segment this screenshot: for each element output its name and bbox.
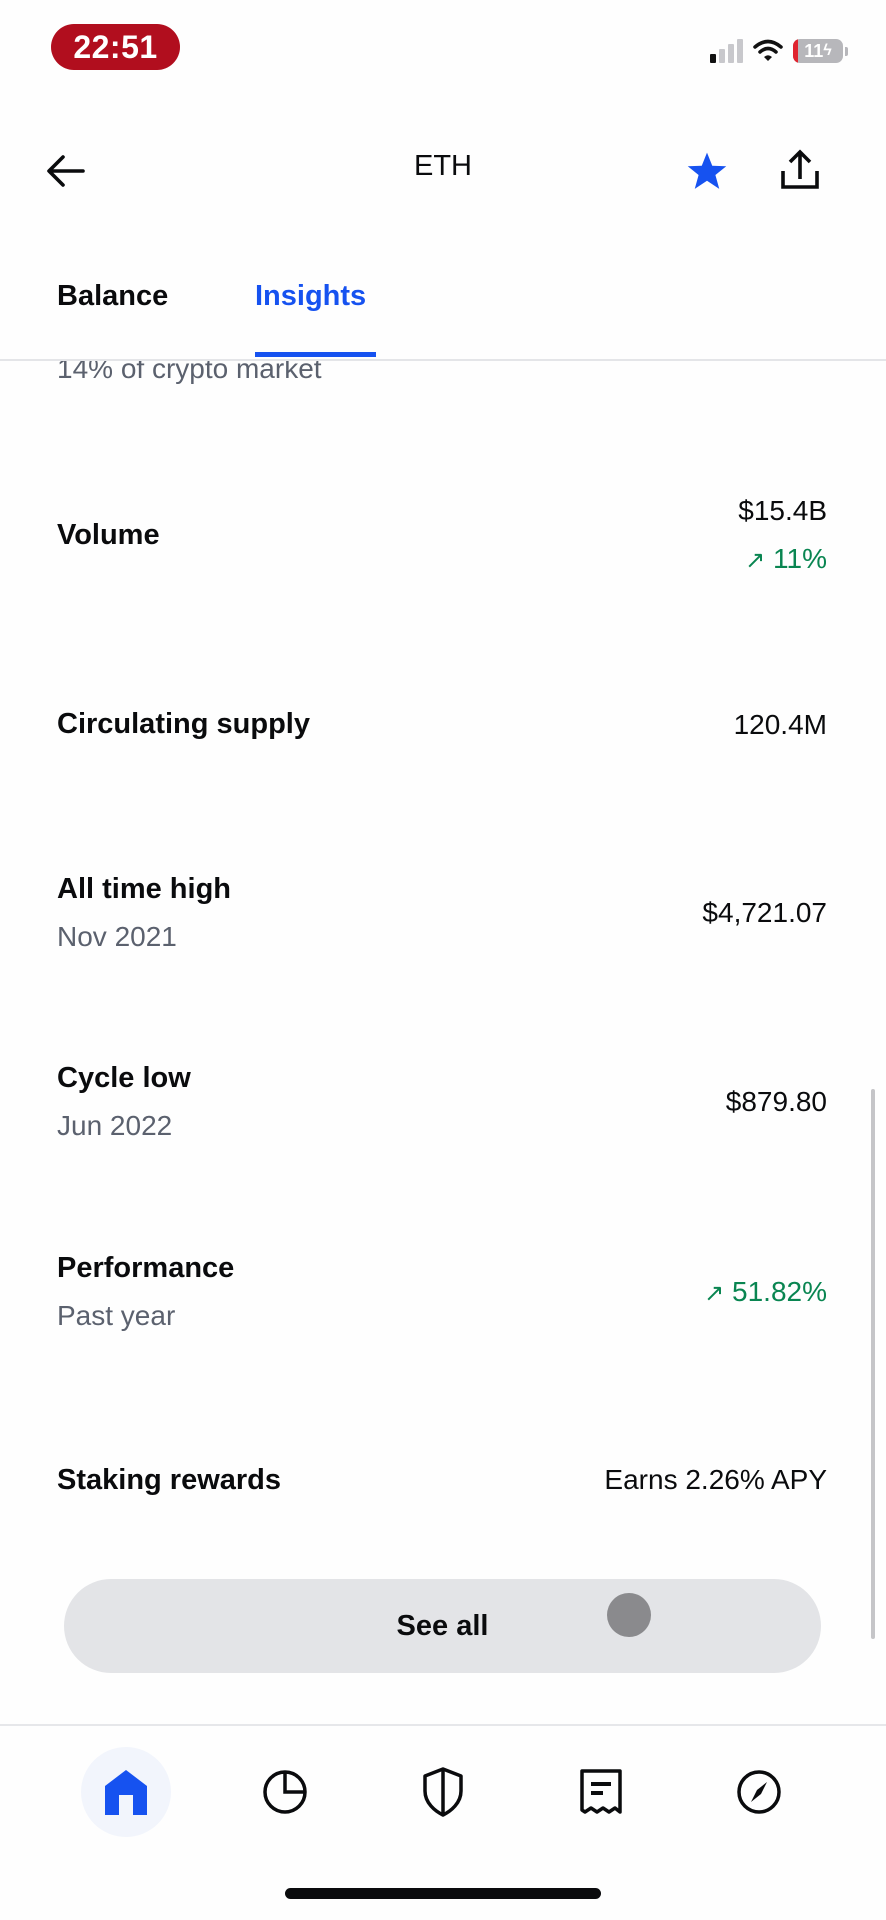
nav-assets[interactable] (240, 1747, 330, 1837)
row-label: Volume (57, 519, 160, 551)
tab-balance[interactable]: Balance (57, 280, 168, 313)
compass-icon (737, 1770, 781, 1814)
share-icon (781, 149, 819, 189)
row-value: $4,721.07 (702, 897, 827, 928)
battery-level: 11 (804, 40, 824, 61)
row-value: 120.4M (733, 709, 827, 740)
favorite-button[interactable] (684, 148, 730, 194)
shield-icon (423, 1767, 463, 1817)
nav-home[interactable] (81, 1747, 171, 1837)
row-subtitle: Past year (57, 1300, 176, 1331)
home-indicator[interactable] (285, 1888, 601, 1899)
status-icons: 11 ϟ (710, 36, 848, 66)
arrow-up-right-icon: ↗ (704, 1280, 725, 1307)
row-label: Staking rewards (57, 1464, 282, 1496)
row-value: $15.4B (738, 495, 827, 526)
row-label: Performance (57, 1252, 235, 1284)
row-label: All time high (57, 873, 231, 905)
home-icon (105, 1770, 147, 1815)
status-time: 22:51 (51, 24, 180, 70)
row-subtitle: Jun 2022 (57, 1110, 173, 1141)
scrollbar[interactable] (871, 1089, 875, 1639)
page-title: ETH (414, 150, 472, 182)
wifi-icon (753, 39, 783, 61)
cellular-signal-icon (710, 39, 743, 63)
row-value: Earns 2.26% APY (604, 1464, 827, 1495)
arrow-up-right-icon: ↗ (745, 547, 766, 574)
battery-tip (845, 46, 848, 56)
nav-activity[interactable] (556, 1747, 646, 1837)
row-label: Cycle low (57, 1062, 191, 1094)
share-button[interactable] (776, 146, 824, 194)
insights-list[interactable]: 14% of crypto market Volume $15.4B ↗ 11%… (0, 361, 886, 1724)
nav-divider (0, 1724, 886, 1726)
market-share-subtitle: 14% of crypto market (57, 361, 322, 384)
nav-explore[interactable] (714, 1747, 804, 1837)
pie-chart-icon (263, 1770, 307, 1814)
tab-insights[interactable]: Insights (255, 280, 366, 313)
row-value: $879.80 (725, 1086, 827, 1117)
battery-icon: 11 ϟ (793, 39, 843, 63)
see-all-button[interactable]: See all (64, 1579, 821, 1673)
active-tab-indicator (255, 352, 376, 357)
touch-indicator (607, 1593, 651, 1637)
row-subtitle: Nov 2021 (57, 921, 177, 952)
row-change: ↗ 11% (745, 543, 827, 574)
star-filled-icon (687, 152, 727, 189)
row-value: ↗ 51.82% (704, 1276, 827, 1307)
receipt-icon (580, 1769, 622, 1814)
row-label: Circulating supply (57, 708, 310, 740)
nav-security[interactable] (398, 1747, 488, 1837)
